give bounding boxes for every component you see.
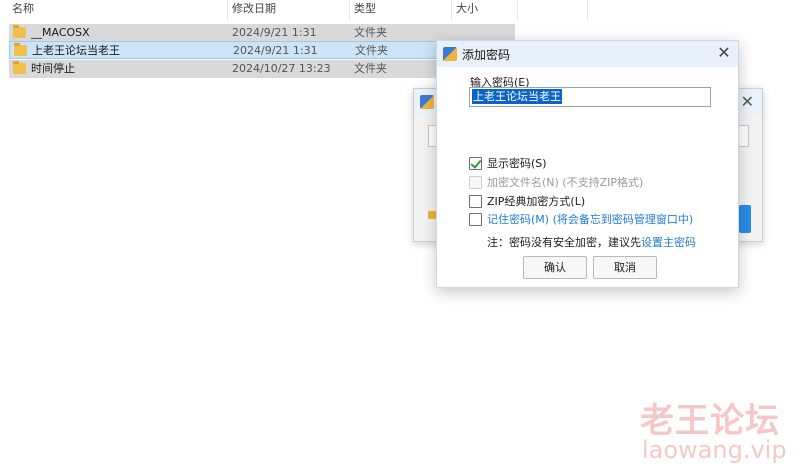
zip-classic-label: ZIP经典加密方式(L): [487, 195, 586, 208]
file-date: 2024/10/27 13:23: [232, 62, 331, 75]
file-type: 文件夹: [354, 26, 387, 39]
dialog-title: 添加密码: [462, 48, 511, 62]
start-button[interactable]: [739, 205, 751, 233]
checkbox-checked-icon[interactable]: [469, 157, 482, 170]
remember-password-label[interactable]: 记住密码(M) (将会备忘到密码管理窗口中): [487, 212, 693, 227]
lock-icon: [428, 211, 436, 219]
checkbox-icon[interactable]: [469, 213, 482, 226]
set-master-password-link[interactable]: 设置主密码: [641, 236, 696, 249]
file-date: 2024/9/21 1:31: [233, 44, 318, 57]
column-header-type[interactable]: 类型: [350, 0, 452, 20]
checkbox-disabled-icon: [469, 176, 482, 189]
column-header-date[interactable]: 修改日期: [228, 0, 350, 20]
encrypt-filenames-label: 加密文件名(N) (不支持ZIP格式): [487, 176, 644, 189]
show-password-label: 显示密码(S): [487, 157, 547, 170]
checkbox-icon[interactable]: [469, 195, 482, 208]
add-password-dialog: 添加密码 ✕ 输入密码(E) 上老王论坛当老王 显示密码(S) 加密文件名(N)…: [436, 40, 739, 288]
security-note: 注：密码没有安全加密，建议先设置主密码: [487, 234, 696, 250]
column-header-name[interactable]: 名称: [0, 0, 228, 20]
file-name: 时间停止: [31, 62, 75, 75]
folder-icon: [13, 25, 26, 38]
column-header-empty: [518, 0, 588, 20]
file-name: __MACOSX: [31, 26, 90, 39]
file-date: 2024/9/21 1:31: [232, 26, 317, 39]
close-button[interactable]: ✕: [712, 42, 736, 66]
folder-icon: [13, 61, 26, 74]
app-icon: [420, 95, 434, 109]
dialog-titlebar[interactable]: 添加密码 ✕: [437, 41, 738, 67]
file-name: 上老王论坛当老王: [32, 44, 120, 57]
cancel-button[interactable]: 取消: [593, 256, 657, 279]
ok-button[interactable]: 确认: [523, 256, 587, 279]
watermark-url: laowang.vip: [642, 436, 787, 464]
password-input[interactable]: 上老王论坛当老王: [469, 87, 711, 107]
file-type: 文件夹: [354, 62, 387, 75]
note-text: 注：密码没有安全加密，建议先: [487, 236, 641, 249]
password-value: 上老王论坛当老王: [472, 89, 562, 104]
watermark-title: 老王论坛: [640, 401, 780, 441]
folder-icon: [14, 43, 27, 56]
column-header-size[interactable]: 大小: [452, 0, 518, 20]
app-icon: [443, 47, 457, 61]
file-type: 文件夹: [355, 44, 388, 57]
close-icon[interactable]: ✕: [741, 92, 754, 111]
